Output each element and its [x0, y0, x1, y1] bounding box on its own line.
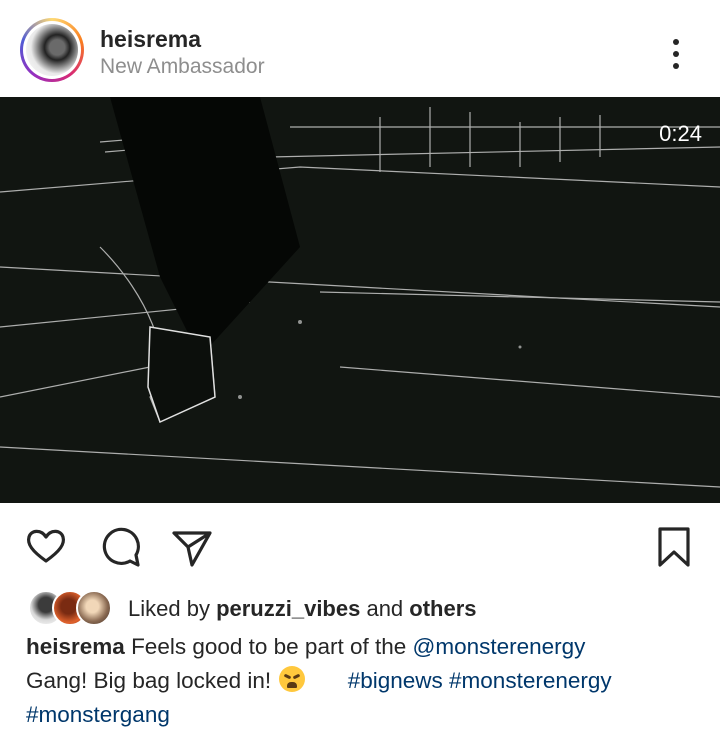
- story-avatar[interactable]: [20, 18, 84, 82]
- caption-text: Feels good to be part of the: [124, 634, 413, 659]
- steam-from-nose-emoji: [279, 666, 306, 692]
- liked-user[interactable]: peruzzi_vibes: [216, 596, 360, 621]
- mention-link[interactable]: @monsterenergy: [413, 634, 586, 659]
- caption-username[interactable]: heisrema: [26, 634, 125, 659]
- liked-by-text: Liked by peruzzi_vibes and others: [128, 596, 477, 622]
- post-header: heisrema New Ambassador: [0, 0, 720, 97]
- send-icon[interactable]: [170, 525, 214, 569]
- heart-icon[interactable]: [24, 525, 68, 569]
- more-vertical-icon[interactable]: [663, 34, 689, 74]
- hashtag-link[interactable]: #bignews: [348, 668, 443, 693]
- liker-avatar: [76, 590, 112, 626]
- hashtag-link[interactable]: #monstergang: [26, 702, 170, 727]
- post-video[interactable]: 0:24: [0, 97, 720, 503]
- post-subtitle: New Ambassador: [100, 55, 265, 78]
- bookmark-icon[interactable]: [652, 525, 696, 569]
- hashtag-link[interactable]: #monsterenergy: [449, 668, 612, 693]
- video-timer: 0:24: [659, 121, 702, 146]
- comment-icon[interactable]: [98, 525, 142, 569]
- liked-by-row[interactable]: Liked by peruzzi_vibes and others: [0, 588, 720, 628]
- caption-text: Gang! Big bag locked in!: [26, 668, 278, 693]
- post-username[interactable]: heisrema: [100, 26, 201, 53]
- post-caption: heisrema Feels good to be part of the @m…: [26, 630, 706, 732]
- action-bar: [0, 503, 720, 588]
- video-frame: [0, 97, 720, 503]
- avatar-image: [26, 24, 78, 76]
- liked-others[interactable]: others: [409, 596, 476, 621]
- liked-and: and: [360, 596, 410, 621]
- liked-prefix: Liked by: [128, 596, 217, 621]
